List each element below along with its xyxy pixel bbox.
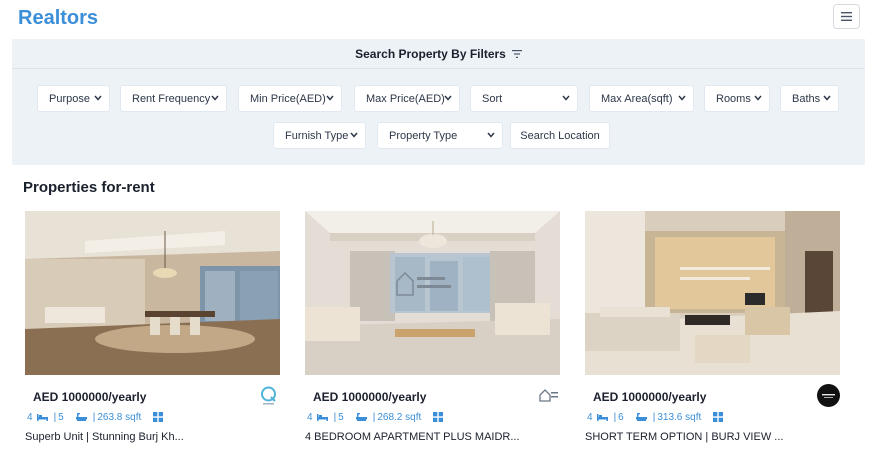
- hamburger-icon: [841, 12, 852, 21]
- area-value: 263.8 sqft: [97, 411, 142, 423]
- bed-icon: [36, 413, 48, 421]
- divider: |: [53, 411, 57, 423]
- sort-select[interactable]: Sort: [470, 85, 578, 112]
- chevron-down-icon: [754, 95, 762, 101]
- search-location-button[interactable]: Search Location: [510, 122, 610, 149]
- rooms-count: 4: [307, 411, 313, 423]
- baths-count: 5: [338, 411, 344, 423]
- area-grid-icon: [153, 412, 164, 422]
- chevron-down-icon: [350, 132, 358, 138]
- bath-icon: [355, 412, 367, 422]
- baths-count: 6: [618, 411, 624, 423]
- agency-logo-whitehaven-icon: [822, 394, 835, 398]
- rent-frequency-select-label: Rent Frequency: [132, 92, 211, 105]
- property-card[interactable]: AED 1000000/yearly 4 | 6 | 313.6 sqft SH…: [585, 211, 840, 454]
- agency-logo-icon-homes-icon: [539, 389, 558, 402]
- max-area-select[interactable]: Max Area(sqft): [589, 85, 694, 112]
- property-photo[interactable]: [585, 211, 840, 375]
- area-grid-icon: [433, 412, 444, 422]
- rooms-count: 4: [587, 411, 593, 423]
- filter-panel: Search Property By Filters Purpose Rent …: [12, 39, 865, 165]
- agency-logo: [817, 384, 840, 407]
- max-price-select[interactable]: Max Price(AED): [354, 85, 460, 112]
- brand-logo[interactable]: Realtors: [18, 7, 98, 30]
- chevron-down-icon: [678, 95, 686, 101]
- baths-select[interactable]: Baths: [780, 85, 839, 112]
- baths-select-label: Baths: [792, 92, 821, 105]
- chevron-down-icon: [326, 95, 334, 101]
- filter-icon: [511, 47, 522, 61]
- agency-logo: [537, 384, 560, 407]
- divider: |: [92, 411, 96, 423]
- purpose-select-label: Purpose: [49, 92, 90, 105]
- listing-price: AED 1000000/yearly: [33, 390, 147, 404]
- chevron-down-icon: [823, 95, 831, 101]
- listing-price: AED 1000000/yearly: [593, 390, 707, 404]
- area-value: 268.2 sqft: [377, 411, 422, 423]
- chevron-down-icon: [444, 95, 452, 101]
- divider: |: [652, 411, 656, 423]
- divider: |: [372, 411, 376, 423]
- bed-icon: [596, 413, 608, 421]
- bath-icon: [635, 412, 647, 422]
- property-type-select-label: Property Type: [389, 129, 458, 142]
- listing-title[interactable]: Superb Unit | Stunning Burj Kh...: [25, 431, 184, 443]
- agency-logo-q-icon: [261, 386, 276, 405]
- page: Realtors Search Property By Filters Purp…: [0, 0, 869, 454]
- listing-meta: 4 | 6 | 313.6 sqft: [587, 410, 729, 424]
- section-title: Properties for-rent: [23, 179, 155, 196]
- furnish-type-select-label: Furnish Type: [285, 129, 349, 142]
- rooms-select[interactable]: Rooms: [704, 85, 770, 112]
- chevron-down-icon: [487, 132, 495, 138]
- listing-meta: 4 | 5 | 263.8 sqft: [27, 410, 169, 424]
- rooms-select-label: Rooms: [716, 92, 751, 105]
- bath-icon: [75, 412, 87, 422]
- divider: |: [333, 411, 337, 423]
- sort-select-label: Sort: [482, 92, 503, 105]
- baths-count: 5: [58, 411, 64, 423]
- max-area-select-label: Max Area(sqft): [601, 92, 673, 105]
- listing-price: AED 1000000/yearly: [313, 390, 427, 404]
- listing-title[interactable]: 4 BEDROOM APARTMENT PLUS MAIDR...: [305, 431, 520, 443]
- listing-meta: 4 | 5 | 268.2 sqft: [307, 410, 449, 424]
- rent-frequency-select[interactable]: Rent Frequency: [120, 85, 227, 112]
- chevron-down-icon: [211, 95, 219, 101]
- property-type-select[interactable]: Property Type: [377, 122, 503, 149]
- property-photo[interactable]: [25, 211, 280, 375]
- max-price-select-label: Max Price(AED): [366, 92, 445, 105]
- chevron-down-icon: [562, 95, 570, 101]
- filter-panel-header[interactable]: Search Property By Filters: [12, 39, 865, 69]
- agency-logo: [257, 384, 280, 407]
- purpose-select[interactable]: Purpose: [37, 85, 110, 112]
- listing-title[interactable]: SHORT TERM OPTION | BURJ VIEW ...: [585, 431, 783, 443]
- area-grid-icon: [713, 412, 724, 422]
- min-price-select-label: Min Price(AED): [250, 92, 326, 105]
- property-card[interactable]: AED 1000000/yearly 4 | 5 | 263.8 sqft Su…: [25, 211, 280, 454]
- chevron-down-icon: [94, 95, 102, 101]
- rooms-count: 4: [27, 411, 33, 423]
- min-price-select[interactable]: Min Price(AED): [238, 85, 342, 112]
- top-navbar: Realtors: [0, 0, 869, 38]
- menu-button[interactable]: [833, 4, 860, 29]
- filter-panel-title: Search Property By Filters: [355, 46, 506, 61]
- divider: |: [613, 411, 617, 423]
- furnish-type-select[interactable]: Furnish Type: [273, 122, 366, 149]
- bed-icon: [316, 413, 328, 421]
- property-card[interactable]: AED 1000000/yearly 4 | 5 | 268.2 sqft 4 …: [305, 211, 560, 454]
- area-value: 313.6 sqft: [657, 411, 702, 423]
- property-photo[interactable]: [305, 211, 560, 375]
